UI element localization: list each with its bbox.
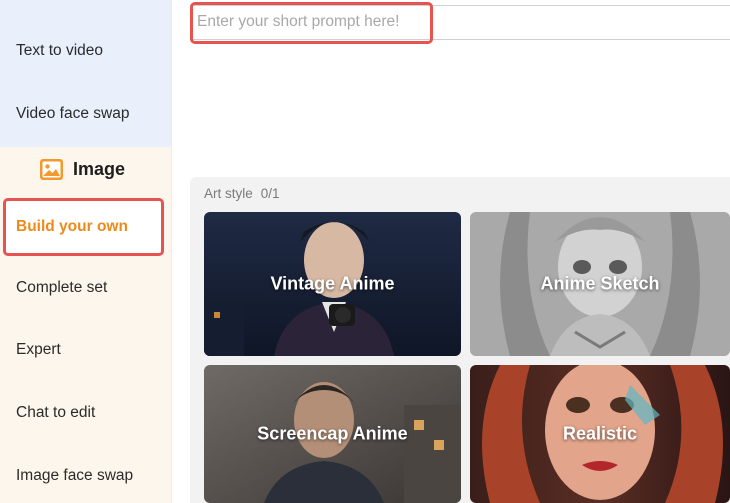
art-style-label: Art style <box>204 186 253 201</box>
sidebar-item-expert[interactable]: Expert <box>16 341 61 359</box>
sidebar-item-complete-set[interactable]: Complete set <box>16 279 107 297</box>
style-card-anime-sketch[interactable]: Anime Sketch <box>470 212 730 356</box>
sidebar-item-chat-to-edit[interactable]: Chat to edit <box>16 404 95 422</box>
style-card-label: Realistic <box>562 423 638 444</box>
style-card-realistic[interactable]: Realistic <box>470 365 730 503</box>
style-card-label: Vintage Anime <box>270 273 395 294</box>
sidebar: Text to video Video face swap Image Buil… <box>0 0 172 503</box>
art-style-count: 0/1 <box>260 186 280 201</box>
sidebar-video-group <box>0 0 171 147</box>
style-card-label: Anime Sketch <box>540 273 660 294</box>
sidebar-item-image-face-swap[interactable]: Image face swap <box>16 467 133 485</box>
sidebar-item-video-face-swap[interactable]: Video face swap <box>16 105 129 123</box>
art-style-header: Art style 0/1 <box>204 186 280 201</box>
sidebar-section-image[interactable]: Image <box>40 159 125 180</box>
sidebar-item-build-your-own[interactable]: Build your own <box>3 198 164 256</box>
sidebar-section-label: Image <box>73 159 126 179</box>
sidebar-item-text-to-video[interactable]: Text to video <box>16 42 103 60</box>
style-card-screencap-anime[interactable]: Screencap Anime <box>204 365 461 503</box>
prompt-input[interactable] <box>197 8 427 36</box>
image-icon <box>40 159 63 180</box>
sidebar-item-label: Build your own <box>16 218 128 235</box>
style-card-label: Screencap Anime <box>257 423 408 444</box>
style-card-vintage-anime[interactable]: Vintage Anime <box>204 212 461 356</box>
